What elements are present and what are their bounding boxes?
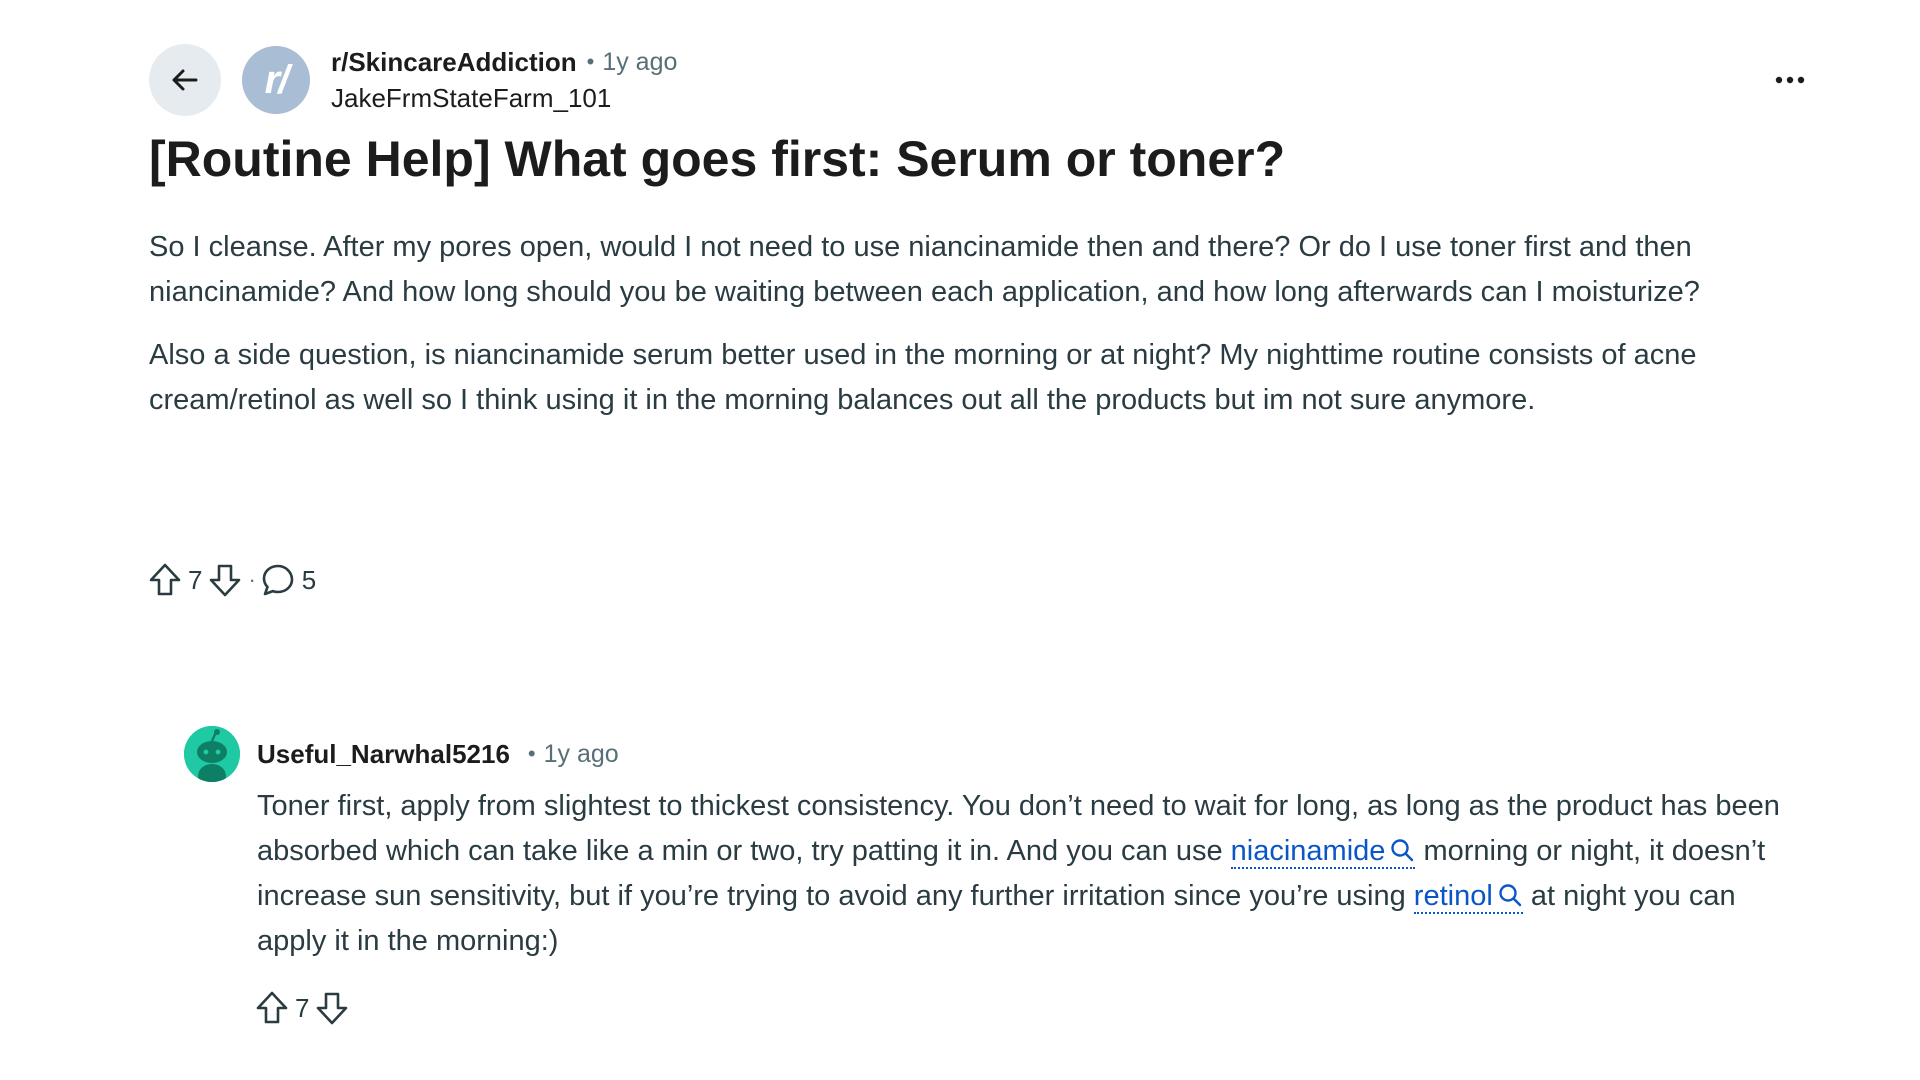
post-body: So I cleanse. After my pores open, would… (149, 225, 1819, 441)
meta-separator: • (586, 49, 595, 74)
more-horizontal-icon (1775, 76, 1805, 84)
upvote-button[interactable] (148, 562, 182, 598)
comment-actions: 7 (255, 988, 349, 1028)
downvote-arrow-icon (210, 564, 241, 597)
comment-upvote-button[interactable] (255, 990, 289, 1026)
comment-downvote-button[interactable] (315, 990, 349, 1026)
meta-separator: • (527, 741, 536, 766)
comment-avatar[interactable] (184, 726, 240, 782)
actions-separator: · (248, 567, 256, 592)
keyword-label: retinol (1413, 880, 1493, 912)
post-vote-count: 7 (188, 564, 203, 595)
subreddit-avatar-text: r/ (264, 57, 290, 102)
post-actions: 7 · 5 (148, 560, 322, 600)
post-page: r/ r/SkincareAddiction • 1y ago JakeFrmS… (0, 0, 1920, 1080)
comment-body: Toner first, apply from slightest to thi… (257, 784, 1812, 964)
keyword-link-retinol[interactable]: retinol (1413, 880, 1523, 914)
subreddit-link[interactable]: r/SkincareAddiction (331, 44, 577, 80)
post-paragraph: Also a side question, is niancinamide se… (149, 339, 1697, 416)
speech-bubble-icon (262, 564, 294, 596)
upvote-arrow-icon (149, 563, 181, 596)
comments-button[interactable] (260, 562, 296, 598)
comment-time: 1y ago (543, 740, 619, 768)
post-author[interactable]: JakeFrmStateFarm_101 (331, 80, 677, 116)
post-comment-count: 5 (301, 564, 317, 595)
arrow-left-icon (172, 69, 198, 91)
post-time: 1y ago (602, 48, 678, 76)
comment-meta: Useful_Narwhal5216 • 1y ago (257, 736, 619, 772)
more-options-button[interactable] (1768, 58, 1812, 102)
upvote-arrow-icon (256, 991, 288, 1024)
search-icon (1391, 839, 1414, 862)
comment-vote-count: 7 (295, 992, 310, 1023)
comment-author[interactable]: Useful_Narwhal5216 (257, 736, 510, 772)
comment-text: Toner first, apply from slightest to thi… (257, 784, 1812, 964)
post-meta: r/SkincareAddiction • 1y ago JakeFrmStat… (331, 44, 677, 116)
downvote-arrow-icon (317, 992, 348, 1025)
keyword-link-niacinamide[interactable]: niacinamide (1230, 835, 1416, 869)
post-title: [Routine Help] What goes first: Serum or… (149, 131, 1286, 187)
downvote-button[interactable] (208, 562, 242, 598)
snoo-avatar-icon (184, 726, 240, 782)
back-button[interactable] (149, 44, 221, 116)
post-paragraph: So I cleanse. After my pores open, would… (149, 231, 1700, 308)
search-icon (1499, 884, 1521, 907)
keyword-label: niacinamide (1230, 835, 1386, 867)
subreddit-avatar[interactable]: r/ (242, 46, 310, 114)
